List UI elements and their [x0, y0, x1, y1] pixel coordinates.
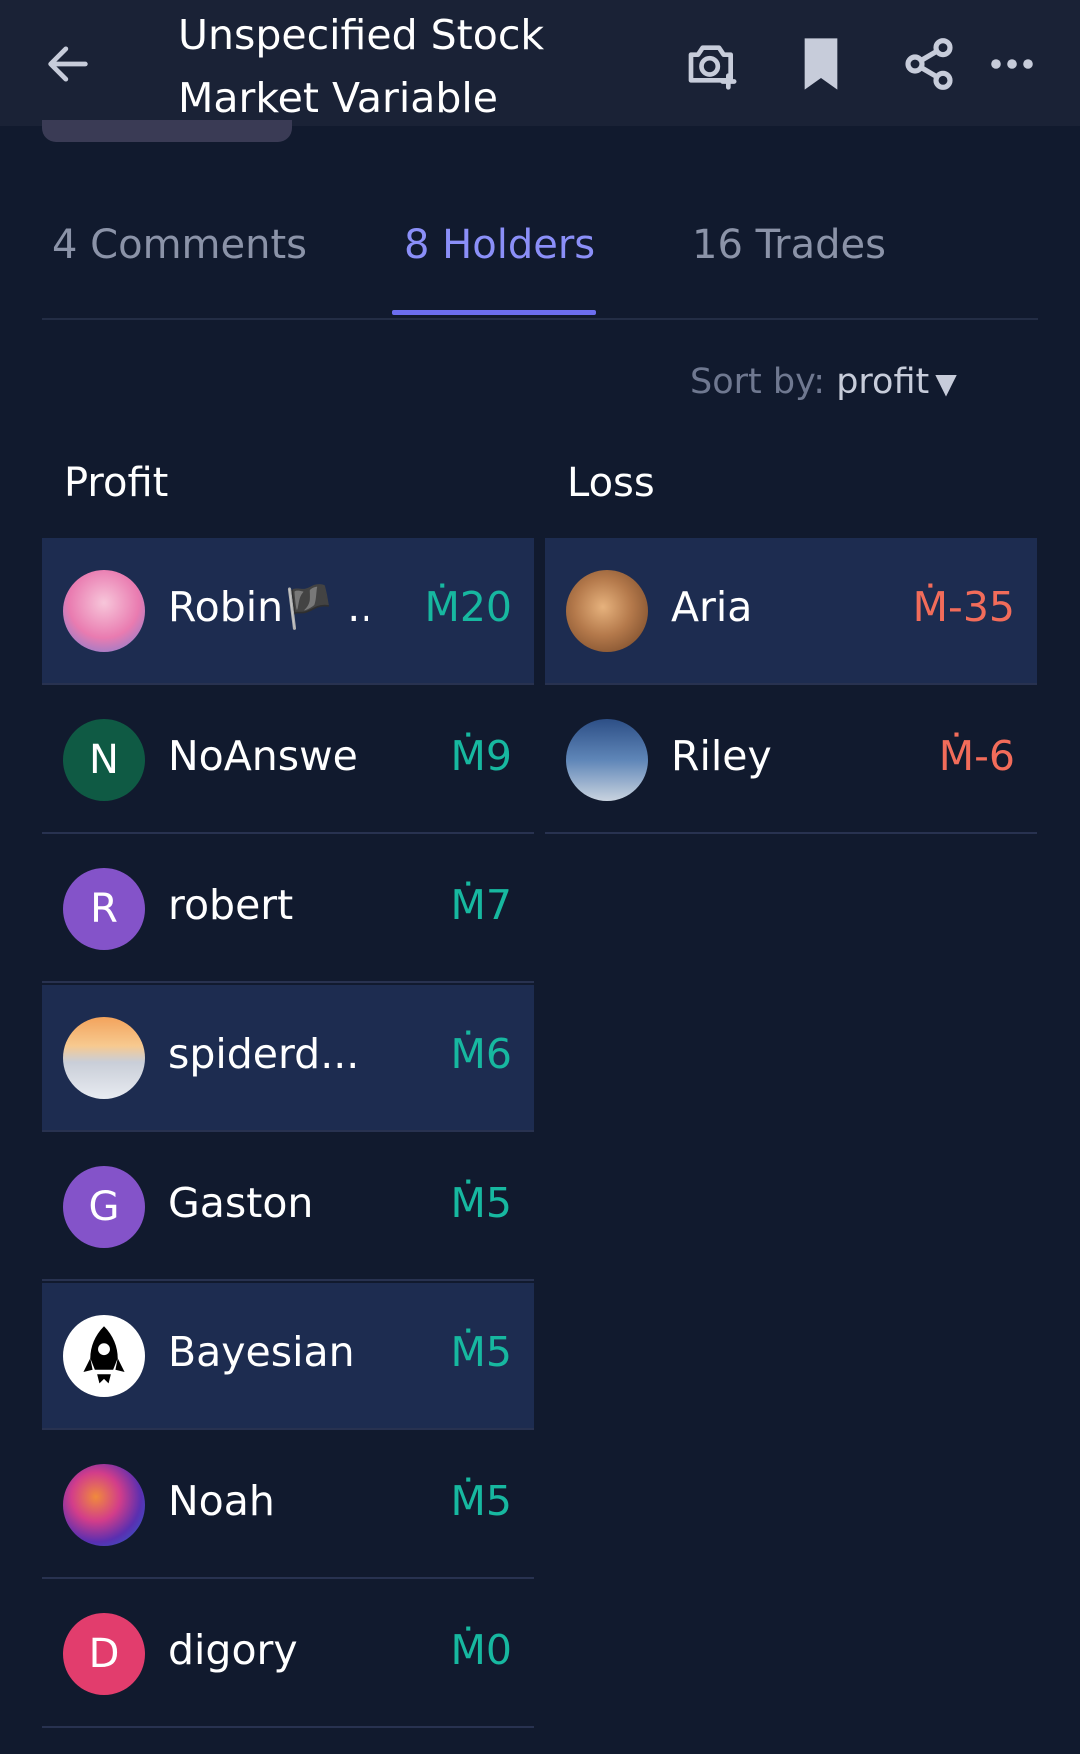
sort-dropdown[interactable]: Sort by: profit ▼	[690, 362, 957, 402]
tab-comments[interactable]: 4 Comments	[52, 222, 307, 268]
holder-row-profit[interactable]: G Gaston Ṁ5	[42, 1134, 534, 1281]
holder-profit: Ṁ7	[450, 881, 512, 929]
holder-name: robert	[168, 881, 294, 929]
holder-row-profit[interactable]: Bayesian Ṁ5	[42, 1283, 534, 1430]
tab-holders[interactable]: 8 Holders	[404, 222, 595, 268]
holder-name: Riley	[671, 732, 772, 780]
holder-name: Gaston	[168, 1179, 314, 1227]
holder-row-profit[interactable]: N NoAnswer Ṁ9	[42, 687, 534, 834]
avatar	[566, 719, 648, 801]
avatar	[63, 1017, 145, 1099]
holder-row-loss[interactable]: Riley Ṁ-6	[545, 687, 1037, 834]
holder-profit: Ṁ0	[450, 1626, 512, 1674]
loss-heading: Loss	[567, 460, 655, 506]
holder-profit: Ṁ9	[450, 732, 512, 780]
holder-profit: Ṁ5	[450, 1477, 512, 1525]
active-tab-indicator	[392, 310, 596, 315]
holder-row-profit[interactable]: D digory Ṁ0	[42, 1581, 534, 1728]
top-app-bar: Unspecified Stock Market Variable	[0, 0, 1080, 126]
holder-profit: Ṁ6	[450, 1030, 512, 1078]
holder-name: Robin🏴 ...	[168, 583, 368, 631]
tab-trades[interactable]: 16 Trades	[692, 222, 886, 268]
holder-profit: Ṁ20	[424, 583, 512, 631]
avatar	[566, 570, 648, 652]
avatar	[63, 570, 145, 652]
holder-name: Noah	[168, 1477, 275, 1525]
holder-row-profit[interactable]: Noah Ṁ5	[42, 1432, 534, 1579]
avatar-letter: G	[88, 1184, 120, 1230]
holder-loss: Ṁ-6	[938, 732, 1015, 780]
tab-bar: 4 Comments 8 Holders 16 Trades	[42, 200, 1038, 320]
more-icon[interactable]	[988, 36, 1036, 92]
rocket-icon	[83, 1326, 125, 1384]
caret-down-icon: ▼	[935, 367, 957, 400]
share-icon[interactable]	[900, 36, 958, 92]
avatar	[63, 1464, 145, 1546]
holder-profit: Ṁ5	[450, 1328, 512, 1376]
profit-heading: Profit	[64, 460, 169, 506]
avatar: D	[63, 1613, 145, 1695]
holder-row-profit[interactable]: spiderd... Ṁ6	[42, 985, 534, 1132]
partial-button[interactable]	[42, 120, 292, 142]
bookmark-icon[interactable]	[800, 36, 842, 92]
avatar: G	[63, 1166, 145, 1248]
holder-name: Aria	[671, 583, 753, 631]
back-arrow-icon[interactable]	[42, 38, 94, 90]
holder-row-profit[interactable]: R robert Ṁ7	[42, 836, 534, 983]
holder-profit: Ṁ5	[450, 1179, 512, 1227]
avatar: R	[63, 868, 145, 950]
holder-loss: Ṁ-35	[912, 583, 1015, 631]
holder-name: NoAnswer	[168, 732, 360, 780]
avatar-letter: R	[90, 886, 118, 932]
camera-plus-icon[interactable]	[684, 36, 740, 92]
avatar-letter: D	[88, 1631, 120, 1677]
sort-prefix: Sort by:	[690, 362, 826, 402]
holder-row-loss[interactable]: Aria Ṁ-35	[545, 538, 1037, 685]
sort-value: profit	[836, 362, 930, 402]
page-title: Unspecified Stock Market Variable	[178, 11, 545, 122]
holder-name: Bayesian	[168, 1328, 355, 1376]
holder-name: digory	[168, 1626, 298, 1674]
avatar: N	[63, 719, 145, 801]
avatar-letter: N	[89, 737, 119, 783]
holder-row-profit[interactable]: Robin🏴 ... Ṁ20	[42, 538, 534, 685]
holder-name: spiderd...	[168, 1030, 360, 1078]
avatar	[63, 1315, 145, 1397]
